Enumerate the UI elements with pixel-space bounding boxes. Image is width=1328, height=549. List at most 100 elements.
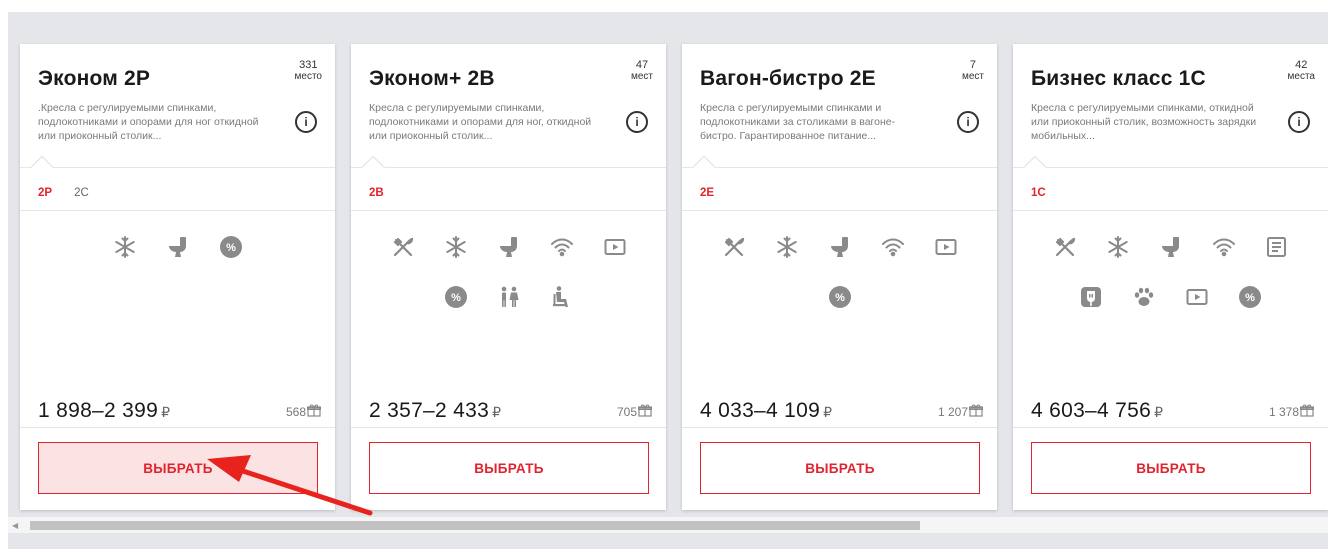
amenity-icons: % (351, 232, 666, 312)
subclass-tabs: 2Р 2С (38, 187, 89, 199)
subclass-tab[interactable]: 2Р (38, 187, 52, 199)
discount-icon: % (813, 282, 866, 312)
snowflake-icon (429, 232, 482, 262)
screenshot-stage: Эконом 2Р 331 место .Кресла с регулируем… (0, 0, 1328, 549)
price-range: 1 898–2 399 ₽ (38, 399, 170, 423)
gift-icon (1300, 404, 1315, 420)
divider (682, 427, 997, 428)
info-icon[interactable]: i (295, 111, 317, 133)
meal-icon (1038, 232, 1091, 262)
amenity-icons: % (1013, 232, 1328, 312)
tariff-carousel: Эконом 2Р 331 место .Кресла с регулируем… (8, 12, 1328, 549)
price-value: 2 357–2 433 (369, 399, 490, 422)
bonus-points: 705 (616, 404, 653, 420)
video-icon (588, 232, 641, 262)
seats-unit: мест (961, 71, 984, 82)
amenity-icons: % (682, 232, 997, 312)
seats-counter: 42 места (1288, 59, 1315, 83)
subclass-tab[interactable]: 2В (369, 187, 384, 199)
seats-count: 7 (969, 59, 977, 71)
bonus-value: 705 (616, 405, 637, 419)
divider (1013, 427, 1328, 428)
gift-icon (969, 404, 984, 420)
meal-icon (707, 232, 760, 262)
divider (1013, 167, 1328, 168)
meal-icon (376, 232, 429, 262)
divider (351, 167, 666, 168)
scrollbar-thumb[interactable] (30, 521, 920, 530)
tariff-card-economy-plus-2v: Эконом+ 2В 47 мест Кресла с регулируемым… (351, 44, 666, 510)
scroll-left-arrow-icon[interactable]: ◀ (12, 521, 18, 530)
seats-count: 47 (635, 59, 649, 71)
select-button[interactable]: ВЫБРАТЬ (38, 442, 318, 494)
divider (682, 210, 997, 211)
price-value: 4 033–4 109 (700, 399, 821, 422)
divider (351, 210, 666, 211)
tab-pointer (361, 155, 385, 179)
divider (20, 167, 335, 168)
seats-count: 42 (1295, 59, 1308, 71)
seats-counter: 47 мест (630, 59, 653, 83)
subclass-tab[interactable]: 2Е (700, 187, 714, 199)
card-description: Кресла с регулируемыми спинками, подлоко… (369, 102, 592, 142)
toilet-icon (482, 232, 535, 262)
subclass-tabs: 2В (369, 187, 384, 199)
family-icon (482, 282, 535, 312)
horizontal-scrollbar[interactable]: ◀ (8, 517, 1328, 533)
tariff-card-economy-2r: Эконом 2Р 331 место .Кресла с регулируем… (20, 44, 335, 510)
subclass-tabs: 1С (1031, 187, 1046, 199)
discount-icon: % (1224, 282, 1277, 312)
info-icon[interactable]: i (1288, 111, 1310, 133)
price-range: 4 033–4 109 ₽ (700, 399, 832, 423)
subclass-tab[interactable]: 2С (74, 187, 89, 199)
info-icon[interactable]: i (957, 111, 979, 133)
bonus-points: 1 207 (938, 404, 984, 420)
seats-counter: 7 мест (961, 59, 984, 83)
svg-text:%: % (226, 242, 236, 254)
divider (1013, 210, 1328, 211)
divider (20, 427, 335, 428)
select-button[interactable]: ВЫБРАТЬ (1031, 442, 1311, 494)
info-icon[interactable]: i (626, 111, 648, 133)
seats-count: 331 (299, 59, 318, 71)
toilet-icon (151, 232, 204, 262)
toilet-icon (1144, 232, 1197, 262)
socket-icon (1065, 282, 1118, 312)
select-button[interactable]: ВЫБРАТЬ (369, 442, 649, 494)
discount-icon: % (429, 282, 482, 312)
video-icon (1171, 282, 1224, 312)
divider (682, 167, 997, 168)
bonus-points: 568 (285, 404, 322, 420)
bonus-value: 568 (285, 405, 306, 419)
card-title: Бизнес класс 1С (1031, 67, 1206, 90)
gift-icon (638, 404, 653, 420)
currency: ₽ (823, 404, 833, 420)
price-value: 4 603–4 756 (1031, 399, 1152, 422)
card-description: .Кресла с регулируемыми спинками, подлок… (38, 102, 259, 142)
card-title: Вагон-бистро 2Е (700, 67, 876, 90)
video-icon (919, 232, 972, 262)
bonus-points: 1 378 (1268, 404, 1315, 420)
amenity-icons: % (20, 232, 335, 262)
divider (20, 210, 335, 211)
currency: ₽ (161, 404, 171, 420)
seats-unit: мест (630, 71, 653, 82)
bonus-value: 1 378 (1268, 405, 1299, 419)
price-range: 2 357–2 433 ₽ (369, 399, 501, 423)
divider (351, 427, 666, 428)
svg-text:%: % (1245, 292, 1255, 304)
seats-unit: место (294, 71, 322, 82)
gift-icon (307, 404, 322, 420)
tariff-card-business-1c: Бизнес класс 1С 42 места Кресла с регули… (1013, 44, 1328, 510)
svg-text:%: % (451, 292, 461, 304)
subclass-tabs: 2Е (700, 187, 714, 199)
select-button[interactable]: ВЫБРАТЬ (700, 442, 980, 494)
currency: ₽ (1154, 404, 1164, 420)
tab-pointer (692, 155, 716, 179)
card-title: Эконом 2Р (38, 67, 151, 90)
snowflake-icon (98, 232, 151, 262)
press-icon (1250, 232, 1303, 262)
svg-text:%: % (835, 292, 845, 304)
tab-pointer (30, 155, 54, 179)
subclass-tab[interactable]: 1С (1031, 187, 1046, 199)
